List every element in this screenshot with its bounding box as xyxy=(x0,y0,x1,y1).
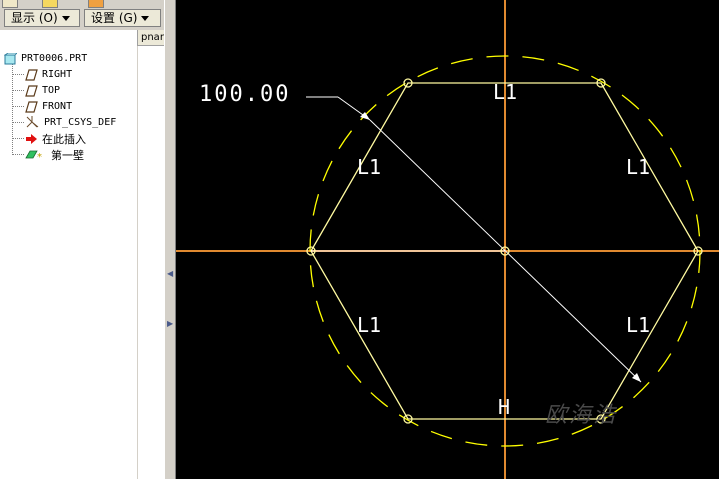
panel-splitter[interactable]: ◀ ▶ xyxy=(164,0,176,479)
show-dropdown-button[interactable]: 显示 (O) xyxy=(4,9,80,27)
tree-item-label: 在此插入 xyxy=(42,132,86,146)
constraint-label-top: L1 xyxy=(493,80,518,104)
constraint-label-lower-left: L1 xyxy=(357,313,382,337)
collapse-left-icon[interactable]: ◀ xyxy=(167,270,173,278)
expand-right-icon[interactable]: ▶ xyxy=(167,320,173,328)
sketch-canvas[interactable] xyxy=(176,0,719,479)
tree-item-front[interactable]: FRONT xyxy=(25,99,72,114)
coordinate-system-icon xyxy=(26,116,39,128)
tree-connector xyxy=(12,106,24,107)
favorites-tab-icon[interactable] xyxy=(88,0,104,8)
tree-item-label: TOP xyxy=(42,85,61,96)
tree-item-label: FRONT xyxy=(42,101,73,112)
chevron-down-icon xyxy=(141,15,150,21)
tree-connector xyxy=(12,74,24,75)
tree-toolbar: 显示 (O) 设置 (G) xyxy=(0,8,164,30)
column-separator xyxy=(137,46,138,479)
part-icon xyxy=(4,52,17,64)
show-dropdown-label: 显示 (O) xyxy=(11,11,58,25)
chevron-down-icon xyxy=(61,15,70,21)
tree-item-first-wall[interactable]: * 第一壁 xyxy=(25,147,84,162)
tree-connector xyxy=(12,90,24,91)
model-tree-panel: 显示 (O) 设置 (G) pnar PRT0006.PRT RIGHT TOP xyxy=(0,0,164,479)
tree-item-label: 第一壁 xyxy=(51,148,84,162)
tree-item-csys[interactable]: PRT_CSYS_DEF xyxy=(25,115,116,130)
svg-text:*: * xyxy=(37,152,42,161)
tree-item-top[interactable]: TOP xyxy=(25,83,60,98)
constraint-label-upper-right: L1 xyxy=(626,155,651,179)
model-tree-tab-icon[interactable] xyxy=(2,0,18,8)
datum-plane-icon xyxy=(25,84,38,97)
tree-item-label: RIGHT xyxy=(42,69,73,80)
tree-item-part[interactable]: PRT0006.PRT xyxy=(4,51,87,66)
watermark: 欧海浩 xyxy=(545,403,618,428)
tree-connector xyxy=(12,122,24,123)
constraint-label-upper-left: L1 xyxy=(357,155,382,179)
constraint-label-lower-right: L1 xyxy=(626,313,651,337)
horizontal-constraint-label: H xyxy=(498,395,511,419)
datum-plane-icon xyxy=(25,68,38,81)
tree-item-label: PRT0006.PRT xyxy=(21,53,88,64)
tree-connector xyxy=(12,138,24,139)
sketch-graphics xyxy=(176,0,719,479)
folder-tab-icon[interactable] xyxy=(42,0,58,8)
column-header[interactable]: pnar xyxy=(137,30,164,46)
tree-connector xyxy=(12,154,24,155)
tree-item-right[interactable]: RIGHT xyxy=(25,67,72,82)
insert-here-arrow-icon xyxy=(26,133,37,144)
dimension-value[interactable]: 100.00 xyxy=(199,82,290,107)
settings-dropdown-button[interactable]: 设置 (G) xyxy=(84,9,161,27)
first-wall-feature-icon: * xyxy=(25,150,42,161)
settings-dropdown-label: 设置 (G) xyxy=(91,11,138,25)
tree-item-label: PRT_CSYS_DEF xyxy=(44,117,117,128)
tree-item-insert-here[interactable]: 在此插入 xyxy=(25,131,86,146)
datum-plane-icon xyxy=(25,100,38,113)
